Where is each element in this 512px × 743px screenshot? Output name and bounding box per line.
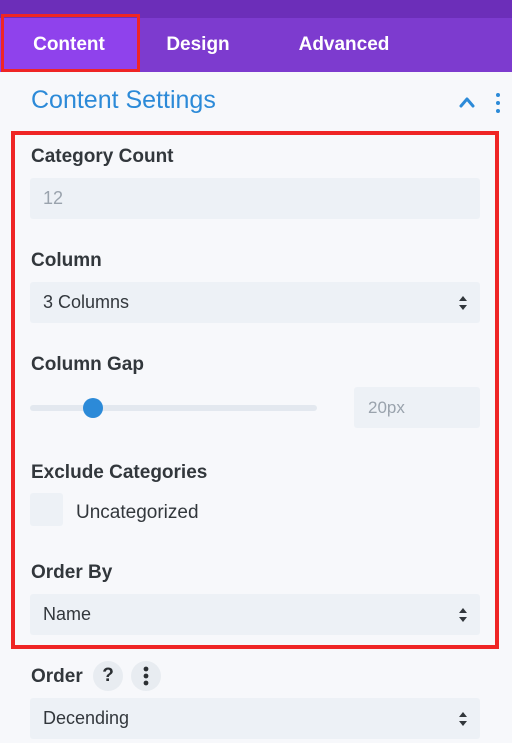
column-gap-label: Column Gap bbox=[31, 354, 144, 375]
order-label: Order bbox=[31, 666, 83, 687]
more-options-icon[interactable] bbox=[131, 661, 161, 691]
section-title: Content Settings bbox=[31, 86, 216, 114]
tab-highlight-outline bbox=[1, 14, 140, 72]
section-menu-icon[interactable] bbox=[492, 92, 504, 114]
select-arrows-icon bbox=[459, 296, 467, 310]
select-arrows-icon bbox=[459, 712, 467, 726]
exclude-categories-label: Exclude Categories bbox=[31, 462, 208, 483]
tab-advanced[interactable]: Advanced bbox=[280, 18, 408, 72]
category-count-label: Category Count bbox=[31, 146, 174, 167]
chevron-up-icon[interactable] bbox=[456, 92, 478, 112]
order-by-label: Order By bbox=[31, 562, 113, 583]
order-select[interactable]: Decending bbox=[30, 698, 480, 739]
uncategorized-checkbox-label[interactable]: Uncategorized bbox=[76, 502, 199, 524]
help-icon[interactable]: ? bbox=[93, 661, 123, 691]
column-select[interactable]: 3 Columns bbox=[30, 282, 480, 323]
tab-design[interactable]: Design bbox=[150, 18, 246, 72]
column-gap-slider-track[interactable] bbox=[30, 405, 317, 411]
column-gap-input[interactable]: 20px bbox=[354, 387, 480, 428]
select-arrows-icon bbox=[459, 608, 467, 622]
column-gap-slider-handle[interactable] bbox=[83, 398, 103, 418]
order-by-select[interactable]: Name bbox=[30, 594, 480, 635]
column-select-value: 3 Columns bbox=[43, 292, 130, 312]
uncategorized-checkbox[interactable] bbox=[30, 493, 63, 526]
order-by-select-value: Name bbox=[43, 604, 92, 624]
order-select-value: Decending bbox=[43, 708, 130, 728]
column-label: Column bbox=[31, 250, 102, 271]
category-count-input[interactable]: 12 bbox=[30, 178, 480, 219]
